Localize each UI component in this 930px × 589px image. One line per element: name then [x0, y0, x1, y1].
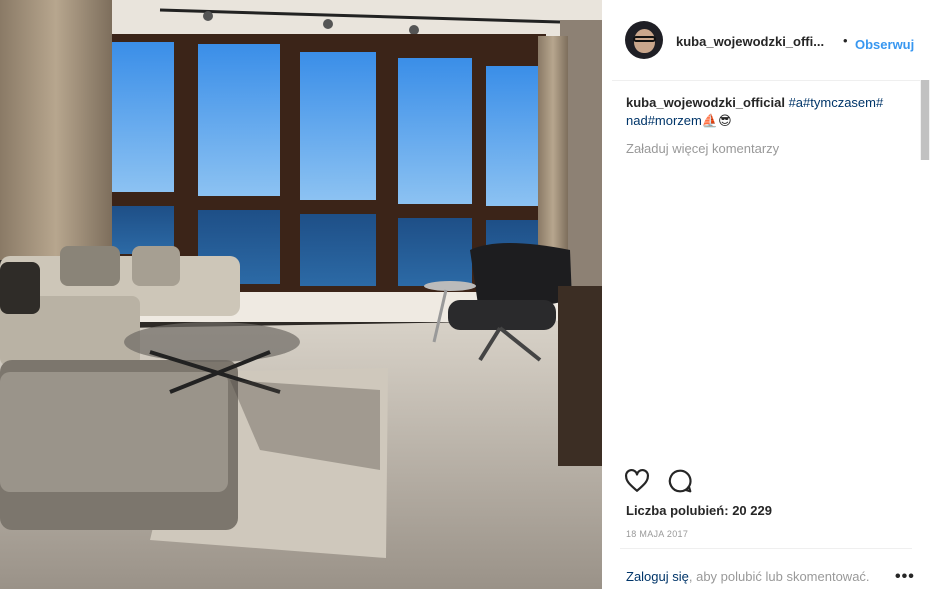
login-prompt-text: , aby polubić lub skomentować. [688, 569, 870, 584]
likes-count[interactable]: Liczba polubień: 20 229 [626, 503, 772, 518]
more-options-button[interactable]: ••• [895, 568, 915, 586]
divider [620, 548, 912, 549]
like-button[interactable] [624, 468, 652, 496]
comment-button[interactable] [667, 468, 695, 496]
avatar-glasses [633, 36, 656, 42]
login-prompt: Zaloguj się, aby polubić lub skomentować… [626, 569, 870, 584]
instagram-post: kuba_wojewodzki_offi... • Obserwuj kuba_… [0, 0, 930, 589]
comments-scrollbar[interactable] [920, 80, 930, 160]
post-header: kuba_wojewodzki_offi... • Obserwuj [612, 0, 922, 81]
post-date[interactable]: 18 MAJA 2017 [626, 529, 688, 539]
header-separator: • [843, 33, 848, 48]
post-side-panel: kuba_wojewodzki_offi... • Obserwuj kuba_… [602, 0, 930, 589]
scrollbar-thumb[interactable] [921, 80, 929, 160]
follow-button[interactable]: Obserwuj [855, 37, 914, 52]
caption-hashtags[interactable]: #a#tymczasem# [789, 95, 884, 110]
avatar[interactable] [625, 21, 663, 59]
caption-hashtags-2[interactable]: nad#morzem [626, 113, 702, 128]
living-room-photo [0, 0, 602, 589]
sunglasses-emoji: 😎 [718, 113, 732, 128]
likes-number: 20 229 [732, 503, 772, 518]
caption-username[interactable]: kuba_wojewodzki_official [626, 95, 785, 110]
load-more-comments-button[interactable]: Załaduj więcej komentarzy [626, 141, 779, 156]
caption: kuba_wojewodzki_official #a#tymczasem# n… [626, 94, 916, 130]
sailboat-emoji: ⛵ [701, 113, 719, 128]
header-username[interactable]: kuba_wojewodzki_offi... [676, 34, 824, 49]
login-link[interactable]: Zaloguj się [626, 569, 689, 584]
comment-icon [668, 469, 692, 493]
likes-label: Liczba polubień: [626, 503, 729, 518]
heart-icon [625, 468, 649, 492]
post-photo[interactable] [0, 0, 602, 589]
